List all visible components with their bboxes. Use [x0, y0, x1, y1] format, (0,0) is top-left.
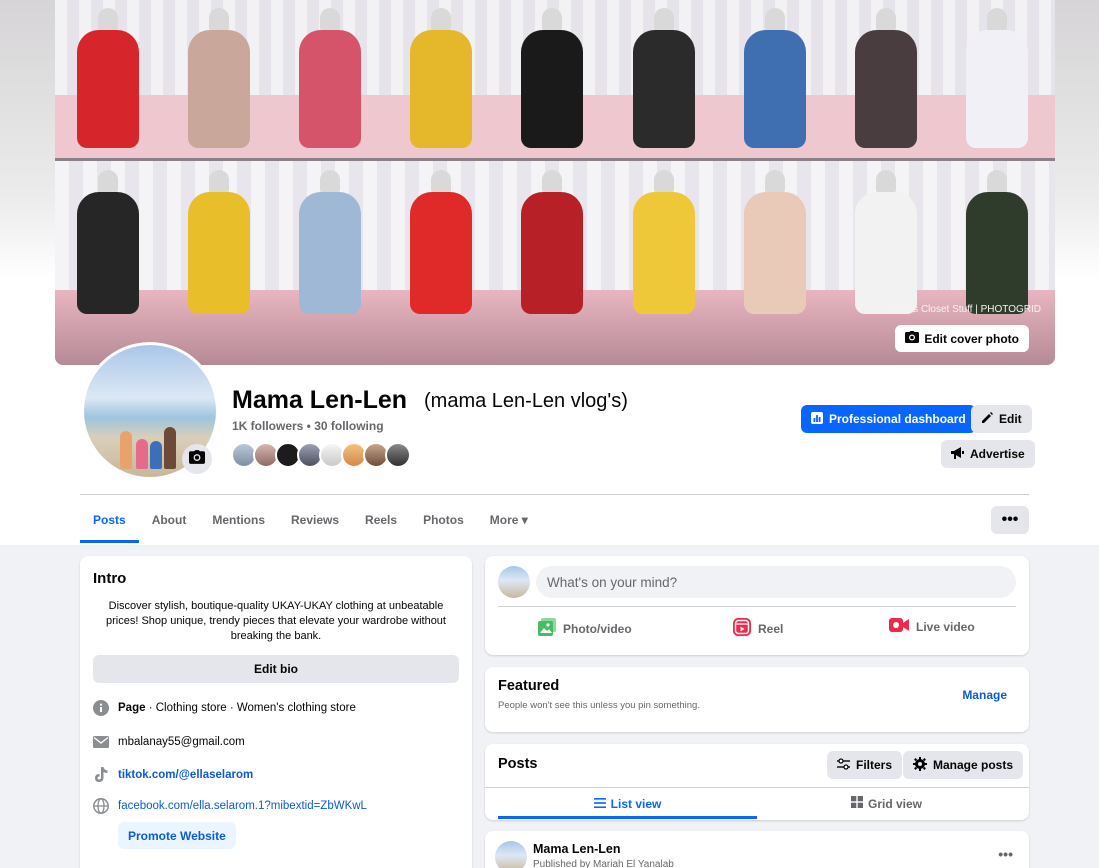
page-category-row: Page · Clothing store · Women's clothing… [93, 700, 356, 716]
photo-video-button[interactable]: Photo/video [538, 618, 632, 639]
manage-posts-label: Manage posts [933, 758, 1014, 772]
intro-bio: Discover stylish, boutique-quality UKAY-… [106, 600, 446, 642]
posts-card: Posts Filters Manage posts List view Gri… [485, 744, 1029, 820]
pencil-icon [981, 411, 993, 427]
intro-title: Intro [93, 570, 127, 587]
avatar[interactable] [495, 841, 527, 868]
megaphone-icon [951, 446, 964, 462]
grid-view-tab[interactable]: Grid view [757, 788, 1016, 819]
intro-card: Intro Discover stylish, boutique-quality… [80, 556, 472, 868]
tiktok-icon [93, 767, 109, 783]
promote-website-button[interactable]: Promote Website [118, 822, 236, 849]
info-icon [93, 700, 109, 716]
camera-icon [905, 331, 920, 346]
facebook-link[interactable]: facebook.com/ella.selarom.1?mibextid=ZbW… [118, 800, 367, 812]
post-published-by: Published by Mariah El Yanalab [533, 859, 674, 868]
live-video-icon [889, 618, 909, 635]
cover-photo[interactable]: Glenas Closet Stuff | PHOTOGRID Edit cov… [55, 0, 1055, 365]
whats-on-your-mind-input[interactable]: What's on your mind? [536, 566, 1016, 598]
edit-page-button[interactable]: Edit [971, 405, 1032, 433]
professional-dashboard-label: Professional dashboard [829, 412, 966, 426]
list-icon [593, 797, 606, 811]
professional-dashboard-button[interactable]: Professional dashboard [801, 405, 976, 433]
dashboard-icon [811, 411, 823, 427]
tab-more[interactable]: More ▾ [477, 497, 541, 543]
grid-icon [850, 796, 863, 811]
profile-tabs: Posts About Mentions Reviews Reels Photo… [80, 497, 541, 543]
featured-subtitle: People won't see this unless you pin som… [498, 700, 700, 711]
edit-cover-photo-label: Edit cover photo [924, 331, 1019, 346]
avatar[interactable] [385, 442, 411, 468]
tab-mentions[interactable]: Mentions [199, 497, 278, 543]
filters-button[interactable]: Filters [827, 751, 903, 779]
header-divider [80, 494, 1029, 495]
reel-button[interactable]: Reel [733, 618, 783, 639]
edit-cover-photo-button[interactable]: Edit cover photo [895, 325, 1029, 352]
avatar[interactable] [498, 566, 530, 598]
edit-bio-button[interactable]: Edit bio [93, 655, 459, 683]
list-view-tab[interactable]: List view [498, 788, 757, 819]
tiktok-row: tiktok.com/@ellaselarom [93, 767, 253, 783]
envelope-icon [93, 734, 109, 750]
post-author[interactable]: Mama Len-Len [533, 842, 621, 856]
edit-page-label: Edit [999, 412, 1022, 426]
page-name: Mama Len-Len [232, 386, 408, 414]
sliders-icon [837, 757, 850, 773]
photo-video-label: Photo/video [563, 621, 632, 636]
live-video-button[interactable]: Live video [889, 618, 975, 635]
gear-icon [913, 756, 927, 774]
reel-icon [733, 618, 751, 639]
tab-photos[interactable]: Photos [410, 497, 477, 543]
globe-icon [93, 798, 109, 814]
featured-title: Featured [498, 678, 560, 694]
tab-about[interactable]: About [139, 497, 200, 543]
posts-title: Posts [498, 756, 538, 772]
manage-featured-link[interactable]: Manage [962, 688, 1007, 702]
post-more-button[interactable]: ••• [998, 846, 1013, 862]
post-composer: What's on your mind? Photo/video Reel Li… [485, 556, 1029, 655]
page-alternate-name: (mama Len-Len vlog's) [424, 390, 628, 412]
tab-reels[interactable]: Reels [352, 497, 410, 543]
reel-label: Reel [758, 621, 784, 636]
update-profile-picture-button[interactable] [182, 444, 212, 474]
camera-icon [189, 449, 205, 469]
follower-avatars[interactable] [231, 442, 411, 468]
tiktok-link[interactable]: tiktok.com/@ellaselarom [118, 769, 253, 781]
tab-posts[interactable]: Posts [80, 497, 139, 543]
photo-icon [538, 618, 556, 639]
filters-label: Filters [856, 758, 893, 772]
featured-card: Featured People won't see this unless yo… [485, 667, 1029, 732]
email-text: mbalanay55@gmail.com [118, 736, 245, 748]
more-options-button[interactable]: ••• [991, 506, 1029, 534]
tab-reviews[interactable]: Reviews [278, 497, 352, 543]
followers-count[interactable]: 1K followers • 30 following [232, 419, 384, 433]
cover-photo-credit: Glenas Closet Stuff | PHOTOGRID [886, 304, 1041, 315]
manage-posts-button[interactable]: Manage posts [903, 751, 1024, 779]
page-label: Page [118, 702, 146, 714]
website-row: facebook.com/ella.selarom.1?mibextid=ZbW… [93, 798, 367, 814]
advertise-label: Advertise [970, 447, 1025, 461]
grid-view-label: Grid view [867, 796, 923, 811]
advertise-button[interactable]: Advertise [941, 440, 1035, 468]
email-row: mbalanay55@gmail.com [93, 734, 245, 750]
live-video-label: Live video [916, 619, 975, 634]
list-view-label: List view [610, 796, 662, 811]
post-item: Mama Len-Len Published by Mariah El Yana… [485, 831, 1029, 868]
page-categories: · Clothing store · Women's clothing stor… [145, 702, 356, 714]
